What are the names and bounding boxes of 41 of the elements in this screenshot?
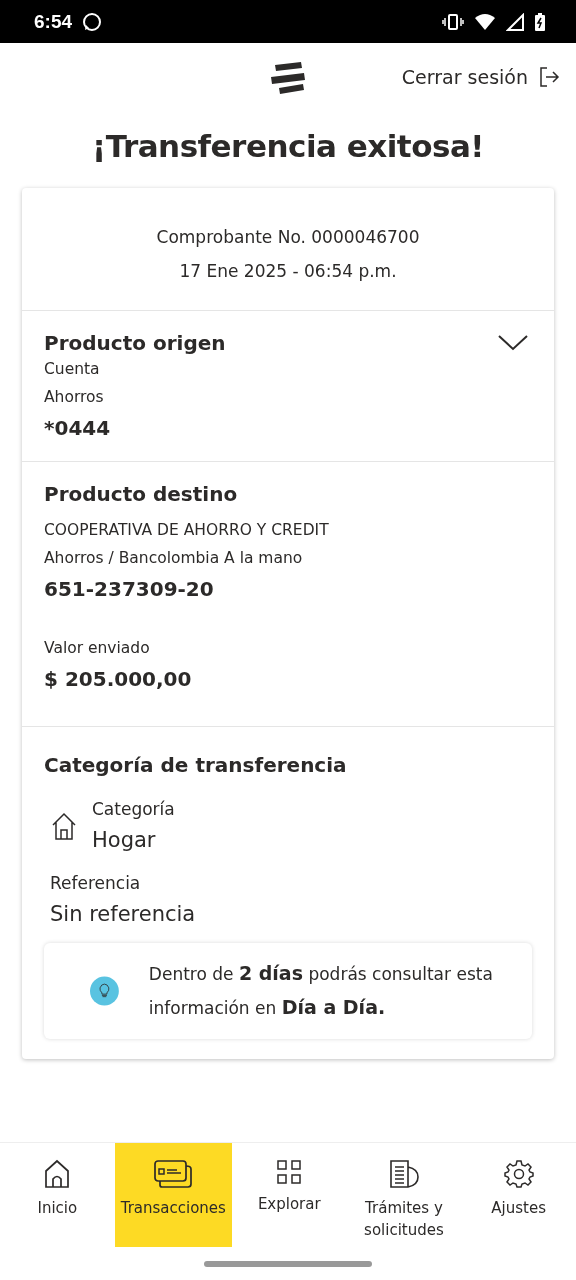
account-type: Cuenta [44, 359, 101, 380]
logout-button[interactable]: Cerrar sesión [401, 65, 560, 88]
destination-detail: COOPERATIVA DE AHORRO Y CREDIT [44, 520, 330, 541]
chevron-down-icon[interactable] [498, 334, 528, 352]
destination-detail: Ahorros / Bancolombia A la mano [44, 548, 304, 569]
reference-label: Referencia [50, 872, 142, 895]
section-heading: Producto origen [44, 331, 226, 355]
battery-icon [534, 11, 546, 32]
settings-icon [503, 1159, 534, 1189]
category-value: Hogar [92, 827, 157, 854]
amount-value: $ 205.000,00 [44, 666, 193, 693]
category-label: Categoría [92, 798, 175, 821]
document-icon [387, 1159, 420, 1189]
section-heading: Producto destino [44, 482, 239, 506]
nav-tab[interactable]: Inicio [0, 1143, 115, 1247]
account-type: Ahorros [44, 387, 105, 408]
nav-tab[interactable]: Explorar [231, 1143, 347, 1247]
amount-label: Valor enviado [44, 638, 151, 659]
grid-icon [276, 1159, 303, 1185]
logout-icon [538, 65, 560, 88]
status-time: 6:54 [34, 10, 73, 33]
reference-value: Sin referencia [50, 901, 197, 928]
account-number: 651-237309-20 [44, 576, 215, 603]
house-icon [50, 811, 78, 841]
nav-tab[interactable]: Transacciones [114, 1143, 232, 1247]
account-number: *0444 [44, 415, 112, 442]
card-icon [153, 1159, 194, 1189]
section-heading: Categoría de transferencia [44, 753, 348, 777]
logo-icon [269, 61, 307, 95]
signal-icon [506, 12, 524, 31]
info-text: Dentro de 2 días podrás consultar esta información en Día a Día. [148, 961, 494, 1020]
home-icon [43, 1159, 72, 1189]
nav-tab[interactable]: Ajustes [461, 1143, 576, 1247]
receipt-date: 17 Ene 2025 - 06:54 p.m. [178, 260, 398, 283]
wifi-icon [474, 12, 496, 31]
home-indicator[interactable] [204, 1260, 372, 1267]
page-title: ¡Transferencia exitosa! [91, 128, 485, 164]
chat-icon [82, 11, 103, 32]
receipt-number: Comprobante No. 0000046700 [155, 226, 421, 249]
nav-tab[interactable]: Trámites y solicitudes [346, 1143, 462, 1247]
vibrate-icon [442, 12, 464, 31]
